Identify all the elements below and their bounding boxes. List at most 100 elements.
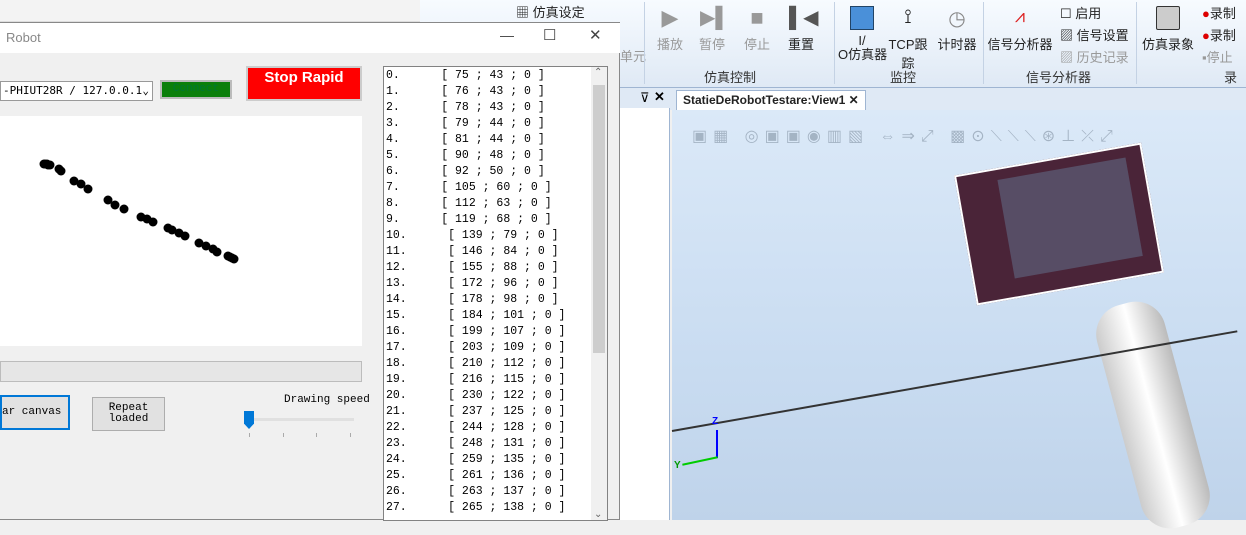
timer-button[interactable]: ◷ 计时器 — [936, 6, 978, 53]
recorder-icon — [1156, 6, 1180, 30]
reset-label: 重置 — [787, 37, 814, 52]
list-item[interactable]: 12. [ 155 ; 88 ; 0 ] — [386, 261, 559, 277]
list-item[interactable]: 16. [ 199 ; 107 ; 0 ] — [386, 325, 565, 341]
y-axis-label: Y — [674, 460, 681, 471]
list-item[interactable]: 25. [ 261 ; 136 ; 0 ] — [386, 469, 565, 485]
pane-close-icon[interactable]: ✕ — [654, 89, 665, 105]
scroll-up-icon[interactable]: ⌃ — [594, 67, 602, 78]
speed-slider-track[interactable] — [250, 418, 354, 421]
record-button-2[interactable]: ●录制 — [1202, 25, 1236, 44]
controller-select[interactable]: -PHIUT28R / 127.0.0.1 ⌄ — [0, 81, 153, 101]
stop-icon: ■ — [750, 5, 764, 30]
tcp-label: TCP跟踪 — [888, 37, 928, 71]
list-item[interactable]: 6. [ 92 ; 50 ; 0 ] — [386, 165, 545, 181]
drawing-canvas[interactable] — [0, 116, 362, 346]
list-item[interactable]: 7. [ 105 ; 60 ; 0 ] — [386, 181, 552, 197]
sim-settings-button[interactable]: ▦ 仿真设定 — [516, 2, 585, 21]
close-icon[interactable]: ✕ — [589, 26, 602, 44]
drawn-point — [56, 166, 66, 176]
pause-button[interactable]: ▶▌ 暂停 — [696, 6, 730, 53]
play-button[interactable]: ▶ 播放 — [654, 6, 686, 53]
pane-header: ⊽ ✕ — [620, 88, 670, 108]
list-item[interactable]: 22. [ 244 ; 128 ; 0 ] — [386, 421, 565, 437]
list-item[interactable]: 0. [ 75 ; 43 ; 0 ] — [386, 69, 545, 85]
window-title: Robot — [6, 30, 41, 45]
view-toolbar[interactable]: ▣▦ ◎▣▣◉▥▧ ⇔⇒⤢ ▩⊙⟍⟍⟍⊛⊥⤫⤢ — [692, 126, 1232, 146]
points-list[interactable]: 0. [ 75 ; 43 ; 0 ] 1. [ 76 ; 43 ; 0 ] 2. [… — [383, 66, 608, 521]
enable-checkbox[interactable]: ☐ 启用 — [1060, 3, 1101, 22]
group-signal-analyzer: 信号分析器 — [1026, 70, 1092, 85]
stop-record-label: 停止 — [1206, 50, 1233, 65]
repeat-loaded-button[interactable]: Repeat loaded — [92, 397, 165, 431]
list-item[interactable]: 17. [ 203 ; 109 ; 0 ] — [386, 341, 565, 357]
drawn-point — [119, 204, 129, 214]
minimize-icon[interactable]: — — [500, 27, 514, 43]
close-tab-icon[interactable]: ✕ — [849, 93, 859, 107]
group-monitor: 监控 — [890, 70, 917, 85]
list-item[interactable]: 20. [ 230 ; 122 ; 0 ] — [386, 389, 565, 405]
list-item[interactable]: 24. [ 259 ; 135 ; 0 ] — [386, 453, 565, 469]
enable-label: 启用 — [1075, 6, 1102, 21]
drawn-point — [180, 231, 190, 241]
list-item[interactable]: 19. [ 216 ; 115 ; 0 ] — [386, 373, 565, 389]
controller-value: -PHIUT28R / 127.0.0.1 — [3, 84, 143, 97]
signal-analyzer-button[interactable]: ⩘ 信号分析器 — [986, 6, 1054, 53]
timer-label: 计时器 — [937, 37, 977, 52]
reset-button[interactable]: ▌◀ 重置 — [784, 6, 819, 53]
3d-viewport[interactable]: ▣▦ ◎▣▣◉▥▧ ⇔⇒⤢ ▩⊙⟍⟍⟍⊛⊥⤫⤢ Z Y — [671, 110, 1246, 535]
drawn-point — [110, 200, 120, 210]
list-item[interactable]: 23. [ 248 ; 131 ; 0 ] — [386, 437, 565, 453]
drawn-point — [83, 184, 93, 194]
scrollbar-thumb[interactable] — [593, 85, 605, 353]
drawn-point — [212, 247, 222, 257]
list-item[interactable]: 15. [ 184 ; 101 ; 0 ] — [386, 309, 565, 325]
stop-sim-button[interactable]: ■ 停止 — [741, 6, 773, 53]
list-item[interactable]: 2. [ 78 ; 43 ; 0 ] — [386, 101, 545, 117]
repeat-label: Repeat loaded — [108, 402, 149, 425]
step-icon: ▶▌ — [700, 7, 730, 29]
robot-arm — [1089, 294, 1217, 535]
signal-analyzer-label: 信号分析器 — [987, 37, 1053, 52]
progress-bar — [0, 361, 362, 382]
list-item[interactable]: 10. [ 139 ; 79 ; 0 ] — [386, 229, 559, 245]
io-simulator-button[interactable]: I/ O仿真器 — [838, 6, 887, 62]
list-item[interactable]: 9. [ 119 ; 68 ; 0 ] — [386, 213, 552, 229]
pause-label: 暂停 — [698, 37, 725, 52]
sim-recorder-button[interactable]: 仿真录象 — [1140, 6, 1196, 53]
clear-canvas-button[interactable]: ar canvas — [0, 395, 70, 430]
scroll-down-icon[interactable]: ⌄ — [594, 509, 602, 520]
speed-slider-thumb[interactable] — [244, 411, 254, 429]
list-item[interactable]: 5. [ 90 ; 48 ; 0 ] — [386, 149, 545, 165]
reset-icon: ▌◀ — [789, 7, 819, 29]
view-tab[interactable]: StatieDeRobotTestare:View1 ✕ — [676, 90, 866, 110]
workpiece — [953, 142, 1165, 306]
list-item[interactable]: 27. [ 265 ; 138 ; 0 ] — [386, 501, 565, 517]
list-item[interactable]: 13. [ 172 ; 96 ; 0 ] — [386, 277, 559, 293]
title-bar: Robot — ☐ ✕ — [0, 23, 620, 53]
tcp-trace-button[interactable]: ⟟ TCP跟踪 — [884, 6, 932, 72]
connect-button[interactable]: Connect — [160, 80, 232, 99]
list-item[interactable]: 4. [ 81 ; 44 ; 0 ] — [386, 133, 545, 149]
robot-app-window: Robot — ☐ ✕ -PHIUT28R / 127.0.0.1 ⌄ Conne… — [0, 22, 620, 521]
pane-pin-icon[interactable]: ⊽ — [640, 90, 650, 106]
chevron-down-icon: ⌄ — [142, 84, 149, 97]
stop-record-button[interactable]: ▪停止 — [1202, 47, 1233, 66]
background-browser-tabs — [0, 0, 420, 22]
list-item[interactable]: 18. [ 210 ; 112 ; 0 ] — [386, 357, 565, 373]
list-item[interactable]: 21. [ 237 ; 125 ; 0 ] — [386, 405, 565, 421]
recorder-label: 仿真录象 — [1141, 37, 1194, 52]
list-item[interactable]: 3. [ 79 ; 44 ; 0 ] — [386, 117, 545, 133]
y-axis — [682, 456, 718, 466]
chart-icon: ⩘ — [1014, 6, 1026, 26]
history-button[interactable]: ▨ 历史记录 — [1060, 47, 1129, 66]
list-item[interactable]: 8. [ 112 ; 63 ; 0 ] — [386, 197, 552, 213]
maximize-icon[interactable]: ☐ — [543, 26, 556, 44]
list-item[interactable]: 11. [ 146 ; 84 ; 0 ] — [386, 245, 559, 261]
drawn-point — [45, 160, 55, 170]
record-button-1[interactable]: ●录制 — [1202, 3, 1236, 22]
signal-settings-button[interactable]: ▨ 信号设置 — [1060, 25, 1129, 44]
list-item[interactable]: 14. [ 178 ; 98 ; 0 ] — [386, 293, 559, 309]
list-item[interactable]: 26. [ 263 ; 137 ; 0 ] — [386, 485, 565, 501]
stop-rapid-button[interactable]: Stop Rapid — [246, 66, 362, 101]
list-item[interactable]: 1. [ 76 ; 43 ; 0 ] — [386, 85, 545, 101]
